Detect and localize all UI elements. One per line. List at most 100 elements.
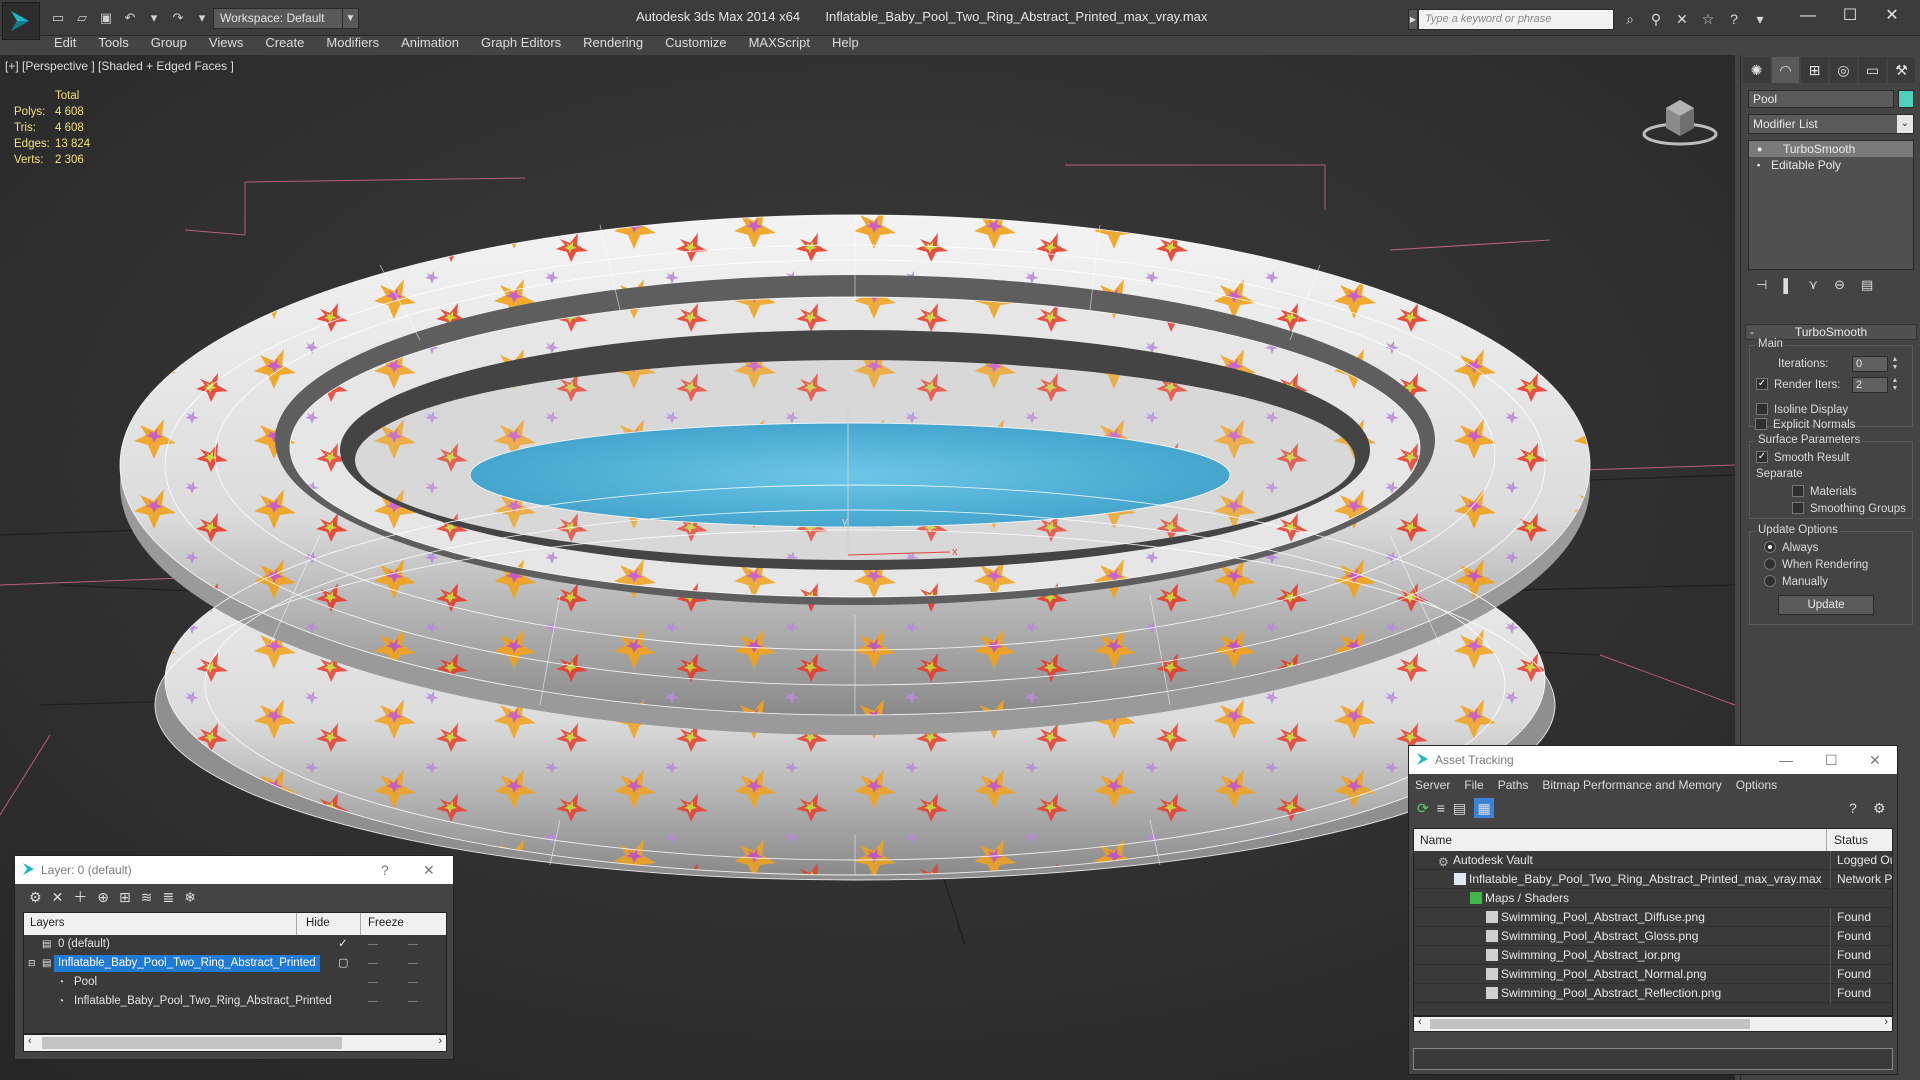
undo-dropdown-icon[interactable]: ▾ — [144, 9, 164, 27]
always-radio[interactable] — [1764, 541, 1776, 553]
hide-toggle[interactable]: — — [368, 935, 378, 954]
hierarchy-tab-icon[interactable]: ⊞ — [1801, 57, 1828, 83]
collapse-icon[interactable]: - — [1750, 325, 1754, 339]
refresh-icon[interactable]: ⟳ — [1417, 800, 1429, 817]
layer-name[interactable]: Inflatable_Baby_Pool_Two_Ring_Abstract_P… — [54, 955, 320, 972]
expand-plus-icon[interactable]: ▪ — [1757, 157, 1771, 173]
render-iters-checkbox[interactable]: ✓ — [1756, 378, 1768, 390]
menu-rendering[interactable]: Rendering — [573, 34, 655, 52]
materials-checkbox[interactable] — [1792, 485, 1804, 497]
menu-bitmap-performance[interactable]: Bitmap Performance and Memory — [1542, 778, 1721, 792]
menu-maxscript[interactable]: MAXScript — [739, 34, 822, 52]
hide-all-icon[interactable]: ≣ — [163, 889, 175, 906]
menu-edit[interactable]: Edit — [44, 34, 88, 52]
modify-tab-icon[interactable]: ◠ — [1772, 57, 1799, 83]
asset-row[interactable]: ⚙ Autodesk Vault Logged Ou — [1414, 851, 1892, 870]
highlight-selected-icon[interactable]: ≋ — [141, 889, 153, 906]
asset-row[interactable]: Inflatable_Baby_Pool_Two_Ring_Abstract_P… — [1414, 870, 1892, 889]
hide-toggle[interactable]: — — [368, 973, 378, 992]
chevron-down-icon[interactable]: ▼ — [342, 9, 358, 28]
menu-graph-editors[interactable]: Graph Editors — [471, 34, 573, 52]
collapse-icon[interactable]: ⊟ — [28, 954, 36, 973]
new-file-icon[interactable]: ▭ — [48, 9, 68, 27]
list-view-icon[interactable]: ≡ — [1437, 800, 1445, 816]
active-check-icon[interactable]: ✓ — [338, 935, 348, 954]
maximize-icon[interactable]: ☐ — [1825, 752, 1838, 769]
lightbulb-icon[interactable]: ● — [1757, 141, 1771, 157]
col-hide[interactable]: Hide — [306, 917, 330, 929]
layer-row[interactable]: ⊟ ▤ Inflatable_Baby_Pool_Two_Ring_Abstra… — [24, 954, 446, 973]
hide-toggle[interactable]: — — [368, 992, 378, 1011]
modifier-list-dropdown[interactable]: Modifier List ⌄ — [1748, 114, 1914, 134]
help-icon[interactable]: ? — [1724, 9, 1744, 29]
menu-create[interactable]: Create — [255, 34, 316, 52]
col-freeze[interactable]: Freeze — [368, 917, 404, 929]
spinner-arrows-icon[interactable]: ▲ ▼ — [1890, 377, 1900, 393]
configure-sets-icon[interactable]: ▤ — [1861, 277, 1873, 293]
menu-animation[interactable]: Animation — [391, 34, 471, 52]
utilities-tab-icon[interactable]: ⚒ — [1888, 57, 1915, 83]
binoculars-icon[interactable]: ⌕ — [1620, 9, 1640, 29]
help-dropdown-icon[interactable]: ▾ — [1750, 9, 1770, 29]
save-icon[interactable]: ▣ — [96, 9, 116, 27]
asset-row[interactable]: Swimming_Pool_Abstract_Normal.png Found — [1414, 965, 1892, 984]
scroll-left-icon[interactable]: ‹ — [28, 1035, 32, 1047]
horizontal-scrollbar[interactable]: ‹ › — [1413, 1016, 1893, 1032]
scroll-left-icon[interactable]: ‹ — [1418, 1016, 1422, 1028]
scroll-right-icon[interactable]: › — [1884, 1016, 1888, 1028]
table-view-icon[interactable]: ▦ — [1474, 798, 1495, 818]
create-tab-icon[interactable]: ✺ — [1743, 57, 1770, 83]
freeze-toggle[interactable]: — — [408, 992, 418, 1011]
help-icon[interactable]: ? — [381, 862, 389, 878]
menu-modifiers[interactable]: Modifiers — [316, 34, 391, 52]
layer-row[interactable]: ◔ Inflatable_Baby_Pool_Two_Ring_Abstract… — [24, 992, 446, 1011]
isoline-display-checkbox[interactable] — [1756, 403, 1768, 415]
scrollbar-thumb[interactable] — [42, 1037, 342, 1049]
search-input[interactable]: Type a keyword or phrase — [1418, 9, 1614, 30]
menu-group[interactable]: Group — [141, 34, 199, 52]
col-status[interactable]: Status — [1834, 833, 1868, 847]
pin-stack-icon[interactable]: ⊣ — [1756, 277, 1767, 293]
scroll-right-icon[interactable]: › — [438, 1035, 442, 1047]
iterations-spinner[interactable]: 0 — [1852, 356, 1888, 372]
chevron-down-icon[interactable]: ⌄ — [1897, 115, 1913, 133]
horizontal-scrollbar[interactable]: ‹ › — [23, 1034, 447, 1052]
menu-paths[interactable]: Paths — [1498, 778, 1529, 792]
viewport-label[interactable]: [+] [Perspective ] [Shaded + Edged Faces… — [5, 59, 234, 73]
freeze-toggle[interactable]: — — [408, 973, 418, 992]
object-name[interactable]: Inflatable_Baby_Pool_Two_Ring_Abstract_P… — [70, 993, 336, 1010]
col-name[interactable]: Name — [1420, 833, 1452, 847]
help-icon[interactable]: ? — [1849, 800, 1857, 816]
close-icon[interactable]: ✕ — [1869, 752, 1881, 769]
menu-help[interactable]: Help — [822, 34, 871, 52]
asset-row[interactable]: Maps / Shaders — [1414, 889, 1892, 908]
freeze-all-icon[interactable]: ❄ — [184, 889, 196, 906]
add-selection-icon[interactable]: ⊕ — [97, 889, 109, 906]
make-unique-icon[interactable]: ⋎ — [1809, 277, 1819, 293]
menu-server[interactable]: Server — [1415, 778, 1450, 792]
layer-name[interactable]: 0 (default) — [54, 936, 114, 953]
menu-options[interactable]: Options — [1736, 778, 1777, 792]
object-name[interactable]: Pool — [70, 974, 101, 991]
search-expand-icon[interactable]: ▶ — [1408, 9, 1418, 30]
app-logo-icon[interactable] — [2, 2, 40, 40]
freeze-toggle[interactable]: — — [408, 935, 418, 954]
asset-row[interactable]: Swimming_Pool_Abstract_Gloss.png Found — [1414, 927, 1892, 946]
col-layers[interactable]: Layers — [30, 917, 65, 929]
maximize-icon[interactable]: ☐ — [1830, 4, 1870, 28]
set-active-icon[interactable]: ▢ — [338, 954, 348, 973]
layer-properties-icon[interactable]: ⚙ — [29, 889, 42, 906]
delete-layer-icon[interactable]: ✕ — [52, 889, 64, 906]
hide-toggle[interactable]: — — [368, 954, 378, 973]
render-iters-spinner[interactable]: 2 — [1852, 377, 1888, 393]
smooth-result-checkbox[interactable]: ✓ — [1756, 451, 1768, 463]
thumbnail-view-icon[interactable]: ▤ — [1453, 800, 1466, 817]
asset-row[interactable]: Swimming_Pool_Abstract_Diffuse.png Found — [1414, 908, 1892, 927]
communication-icon[interactable]: ✕ — [1672, 9, 1692, 29]
asset-row[interactable]: Swimming_Pool_Abstract_Reflection.png Fo… — [1414, 984, 1892, 1003]
favorites-star-icon[interactable]: ☆ — [1698, 9, 1718, 29]
display-tab-icon[interactable]: ▭ — [1859, 57, 1886, 83]
show-end-result-icon[interactable]: ▌ — [1783, 278, 1792, 293]
create-layer-icon[interactable]: ＋ — [73, 887, 87, 907]
redo-dropdown-icon[interactable]: ▾ — [192, 9, 212, 27]
